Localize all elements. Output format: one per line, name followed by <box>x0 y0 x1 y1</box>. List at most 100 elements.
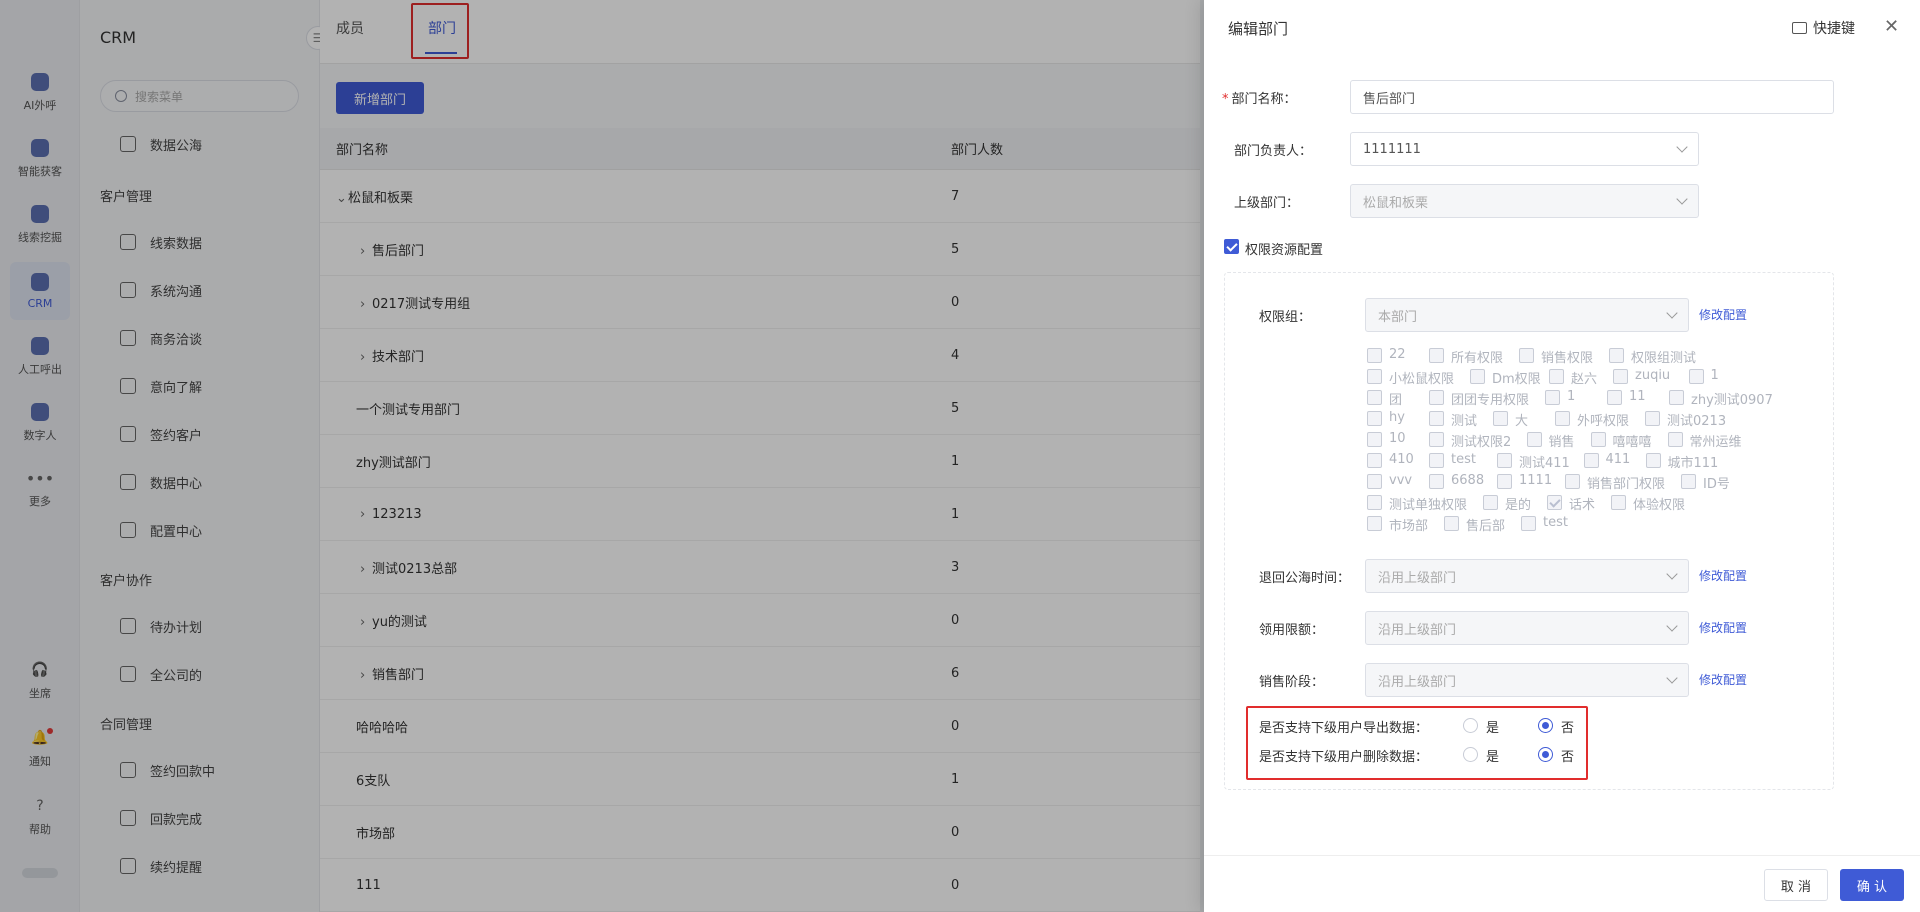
permission-option-label: 常州运维 <box>1689 435 1742 450</box>
permission-option-label: test <box>1451 452 1476 467</box>
permission-option-label: 团团专用权限 <box>1451 393 1530 408</box>
permission-option-checkbox <box>1519 348 1534 363</box>
permission-option-checkbox <box>1521 516 1536 531</box>
permission-option-checkbox <box>1367 348 1382 363</box>
shortcut-button[interactable]: 快捷键 <box>1792 18 1855 38</box>
permission-option-checkbox <box>1444 516 1459 531</box>
permission-config-checkbox[interactable] <box>1224 239 1239 254</box>
delete-data-label: 是否支持下级用户删除数据： <box>1259 750 1429 765</box>
modal-overlay[interactable] <box>0 0 1204 912</box>
permission-option-label: 22 <box>1389 347 1406 362</box>
permission-option-checkbox <box>1429 474 1444 489</box>
department-leader-value: 1111111 <box>1363 141 1421 157</box>
permission-option-checkbox <box>1429 390 1444 405</box>
permission-option-checkbox <box>1609 348 1624 363</box>
sales-stage-select: 沿用上级部门 <box>1365 663 1689 697</box>
permission-option-label: 嘻嘻嘻 <box>1612 435 1652 450</box>
permission-option-label: 赵六 <box>1571 372 1598 387</box>
permission-option-label: 11 <box>1629 389 1646 404</box>
permission-option-checkbox <box>1583 453 1599 468</box>
permission-option-checkbox <box>1367 495 1382 510</box>
delete-yes-radio[interactable] <box>1463 747 1478 762</box>
permission-option-checkbox <box>1429 432 1444 447</box>
permission-option-label: 是的 <box>1505 498 1532 513</box>
permission-option-label: ID号 <box>1703 477 1730 492</box>
permission-option-checkbox <box>1367 411 1382 426</box>
permission-option-label: 市场部 <box>1389 519 1429 534</box>
return-pool-label: 退回公海时间： <box>1259 571 1351 586</box>
confirm-button[interactable]: 确 认 <box>1840 869 1904 901</box>
permission-option-checkbox <box>1645 453 1661 468</box>
permission-option-checkbox <box>1611 495 1626 510</box>
shortcut-label: 快捷键 <box>1813 21 1855 37</box>
permission-option-label: 1111 <box>1519 473 1553 488</box>
permission-option-label: zuqiu <box>1635 368 1671 383</box>
permission-option-label: zhy测试0907 <box>1691 393 1773 408</box>
permission-option-checkbox <box>1483 495 1498 510</box>
permission-option-label: 6688 <box>1451 473 1485 488</box>
permission-option-checkbox <box>1367 369 1382 384</box>
permission-option-label: 售后部 <box>1466 519 1506 534</box>
drawer-footer-divider <box>1204 855 1920 856</box>
permission-option-label: 测试411 <box>1519 456 1570 471</box>
modify-config-link[interactable]: 修改配置 <box>1699 567 1747 584</box>
permission-option-checkbox <box>1667 432 1683 447</box>
drawer-title: 编辑部门 <box>1228 20 1289 38</box>
chevron-down-icon <box>1666 568 1678 580</box>
permission-option-label: 销售 <box>1548 435 1575 450</box>
permission-option-label: 测试单独权限 <box>1389 498 1468 513</box>
modify-config-link[interactable]: 修改配置 <box>1699 306 1747 323</box>
quota-value: 沿用上级部门 <box>1378 622 1457 638</box>
permission-option-label: test <box>1543 515 1568 530</box>
permission-option-label: 销售部门权限 <box>1587 477 1666 492</box>
permission-option-label: 测试权限2 <box>1451 435 1512 450</box>
department-leader-select[interactable]: 1111111 <box>1350 132 1699 166</box>
delete-no-label: 否 <box>1561 750 1575 765</box>
permission-option-checkbox <box>1545 390 1560 405</box>
permission-option-checkbox <box>1681 474 1696 489</box>
department-name-label: * 部门名称： <box>1222 88 1297 107</box>
permission-option-label: 外呼权限 <box>1577 414 1630 429</box>
permission-option-checkbox <box>1493 411 1508 426</box>
export-data-label: 是否支持下级用户导出数据： <box>1259 721 1429 736</box>
quota-select: 沿用上级部门 <box>1365 611 1689 645</box>
permission-option-checkbox <box>1590 432 1606 447</box>
export-yes-radio[interactable] <box>1463 718 1478 733</box>
cancel-button[interactable]: 取 消 <box>1764 869 1828 901</box>
permission-option-checkbox <box>1367 432 1382 447</box>
edit-department-drawer: 编辑部门 快捷键 ✕ * 部门名称： 售后部门 部门负责人： 1111111 上级… <box>1204 0 1920 912</box>
permission-option-checkbox <box>1526 432 1542 447</box>
export-no-radio[interactable] <box>1538 718 1553 733</box>
permission-option-label: 大 <box>1515 414 1529 429</box>
sales-stage-value: 沿用上级部门 <box>1378 674 1457 690</box>
permission-option-checkbox <box>1367 390 1382 405</box>
permission-option-label: Dm权限 <box>1492 372 1541 387</box>
chevron-down-icon <box>1666 672 1678 684</box>
permission-option-checkbox <box>1429 348 1444 363</box>
modify-config-link[interactable]: 修改配置 <box>1699 619 1747 636</box>
parent-department-value: 松鼠和板栗 <box>1363 195 1429 211</box>
permission-option-checkbox <box>1688 369 1704 384</box>
permission-option-checkbox <box>1613 369 1628 384</box>
permission-option-label: 体验权限 <box>1633 498 1686 513</box>
permission-option-label: 1 <box>1567 389 1576 404</box>
permission-option-label: 小松鼠权限 <box>1389 372 1455 387</box>
chevron-down-icon <box>1666 620 1678 632</box>
modify-config-link[interactable]: 修改配置 <box>1699 671 1747 688</box>
permission-option-checkbox <box>1497 474 1512 489</box>
department-name-label-text: 部门名称： <box>1231 92 1297 107</box>
permission-option-checkbox <box>1645 411 1660 426</box>
delete-no-radio[interactable] <box>1538 747 1553 762</box>
return-pool-value: 沿用上级部门 <box>1378 570 1457 586</box>
permission-option-label: 团 <box>1389 393 1403 408</box>
keyboard-icon <box>1792 22 1807 34</box>
chevron-down-icon <box>1676 141 1688 153</box>
export-yes-label: 是 <box>1486 721 1500 736</box>
permission-config-label: 权限资源配置 <box>1245 243 1324 258</box>
department-name-input[interactable]: 售后部门 <box>1350 80 1834 114</box>
permission-option-checkbox <box>1497 453 1512 468</box>
permission-option-label: hy <box>1389 410 1405 425</box>
department-leader-label: 部门负责人： <box>1234 144 1313 159</box>
permission-option-label: 411 <box>1605 452 1631 467</box>
close-icon[interactable]: ✕ <box>1884 16 1899 37</box>
